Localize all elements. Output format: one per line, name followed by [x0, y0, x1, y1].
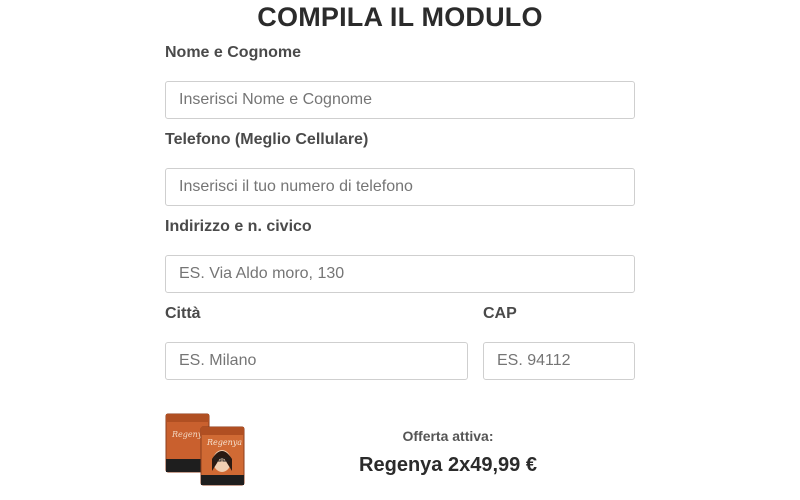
name-label: Nome e Cognome [165, 44, 302, 61]
phone-field-group: Telefono (Meglio Cellulare) [165, 129, 635, 206]
address-field-group: Indirizzo e n. civico [165, 216, 635, 293]
product-package-front: Regenya [200, 426, 245, 486]
phone-label: Telefono (Meglio Cellulare) [165, 131, 369, 148]
cap-input[interactable] [483, 342, 635, 380]
order-form-page: COMPILA IL MODULO Nome e Cognome Telefon… [0, 0, 800, 500]
product-packages-illustration: Regenya Regenya [165, 413, 245, 486]
address-label: Indirizzo e n. civico [165, 218, 312, 235]
name-input[interactable] [165, 81, 635, 119]
cap-field-group: CAP [483, 303, 635, 380]
address-input[interactable] [165, 255, 635, 293]
product-image: Regenya Regenya [165, 413, 247, 487]
phone-input[interactable] [165, 168, 635, 206]
city-field-group: Città [165, 303, 468, 380]
city-input[interactable] [165, 342, 468, 380]
name-field-group: Nome e Cognome [165, 42, 635, 119]
city-label: Città [165, 305, 201, 322]
cap-label: CAP [483, 305, 517, 322]
offer-value: Regenya 2x49,99 € [359, 454, 537, 476]
form-title: COMPILA IL MODULO [257, 2, 543, 32]
svg-text:Regenya: Regenya [206, 438, 242, 447]
active-offer: Offerta attiva: Regenya 2x49,99 € [300, 426, 596, 478]
offer-label: Offerta attiva: [402, 428, 494, 444]
